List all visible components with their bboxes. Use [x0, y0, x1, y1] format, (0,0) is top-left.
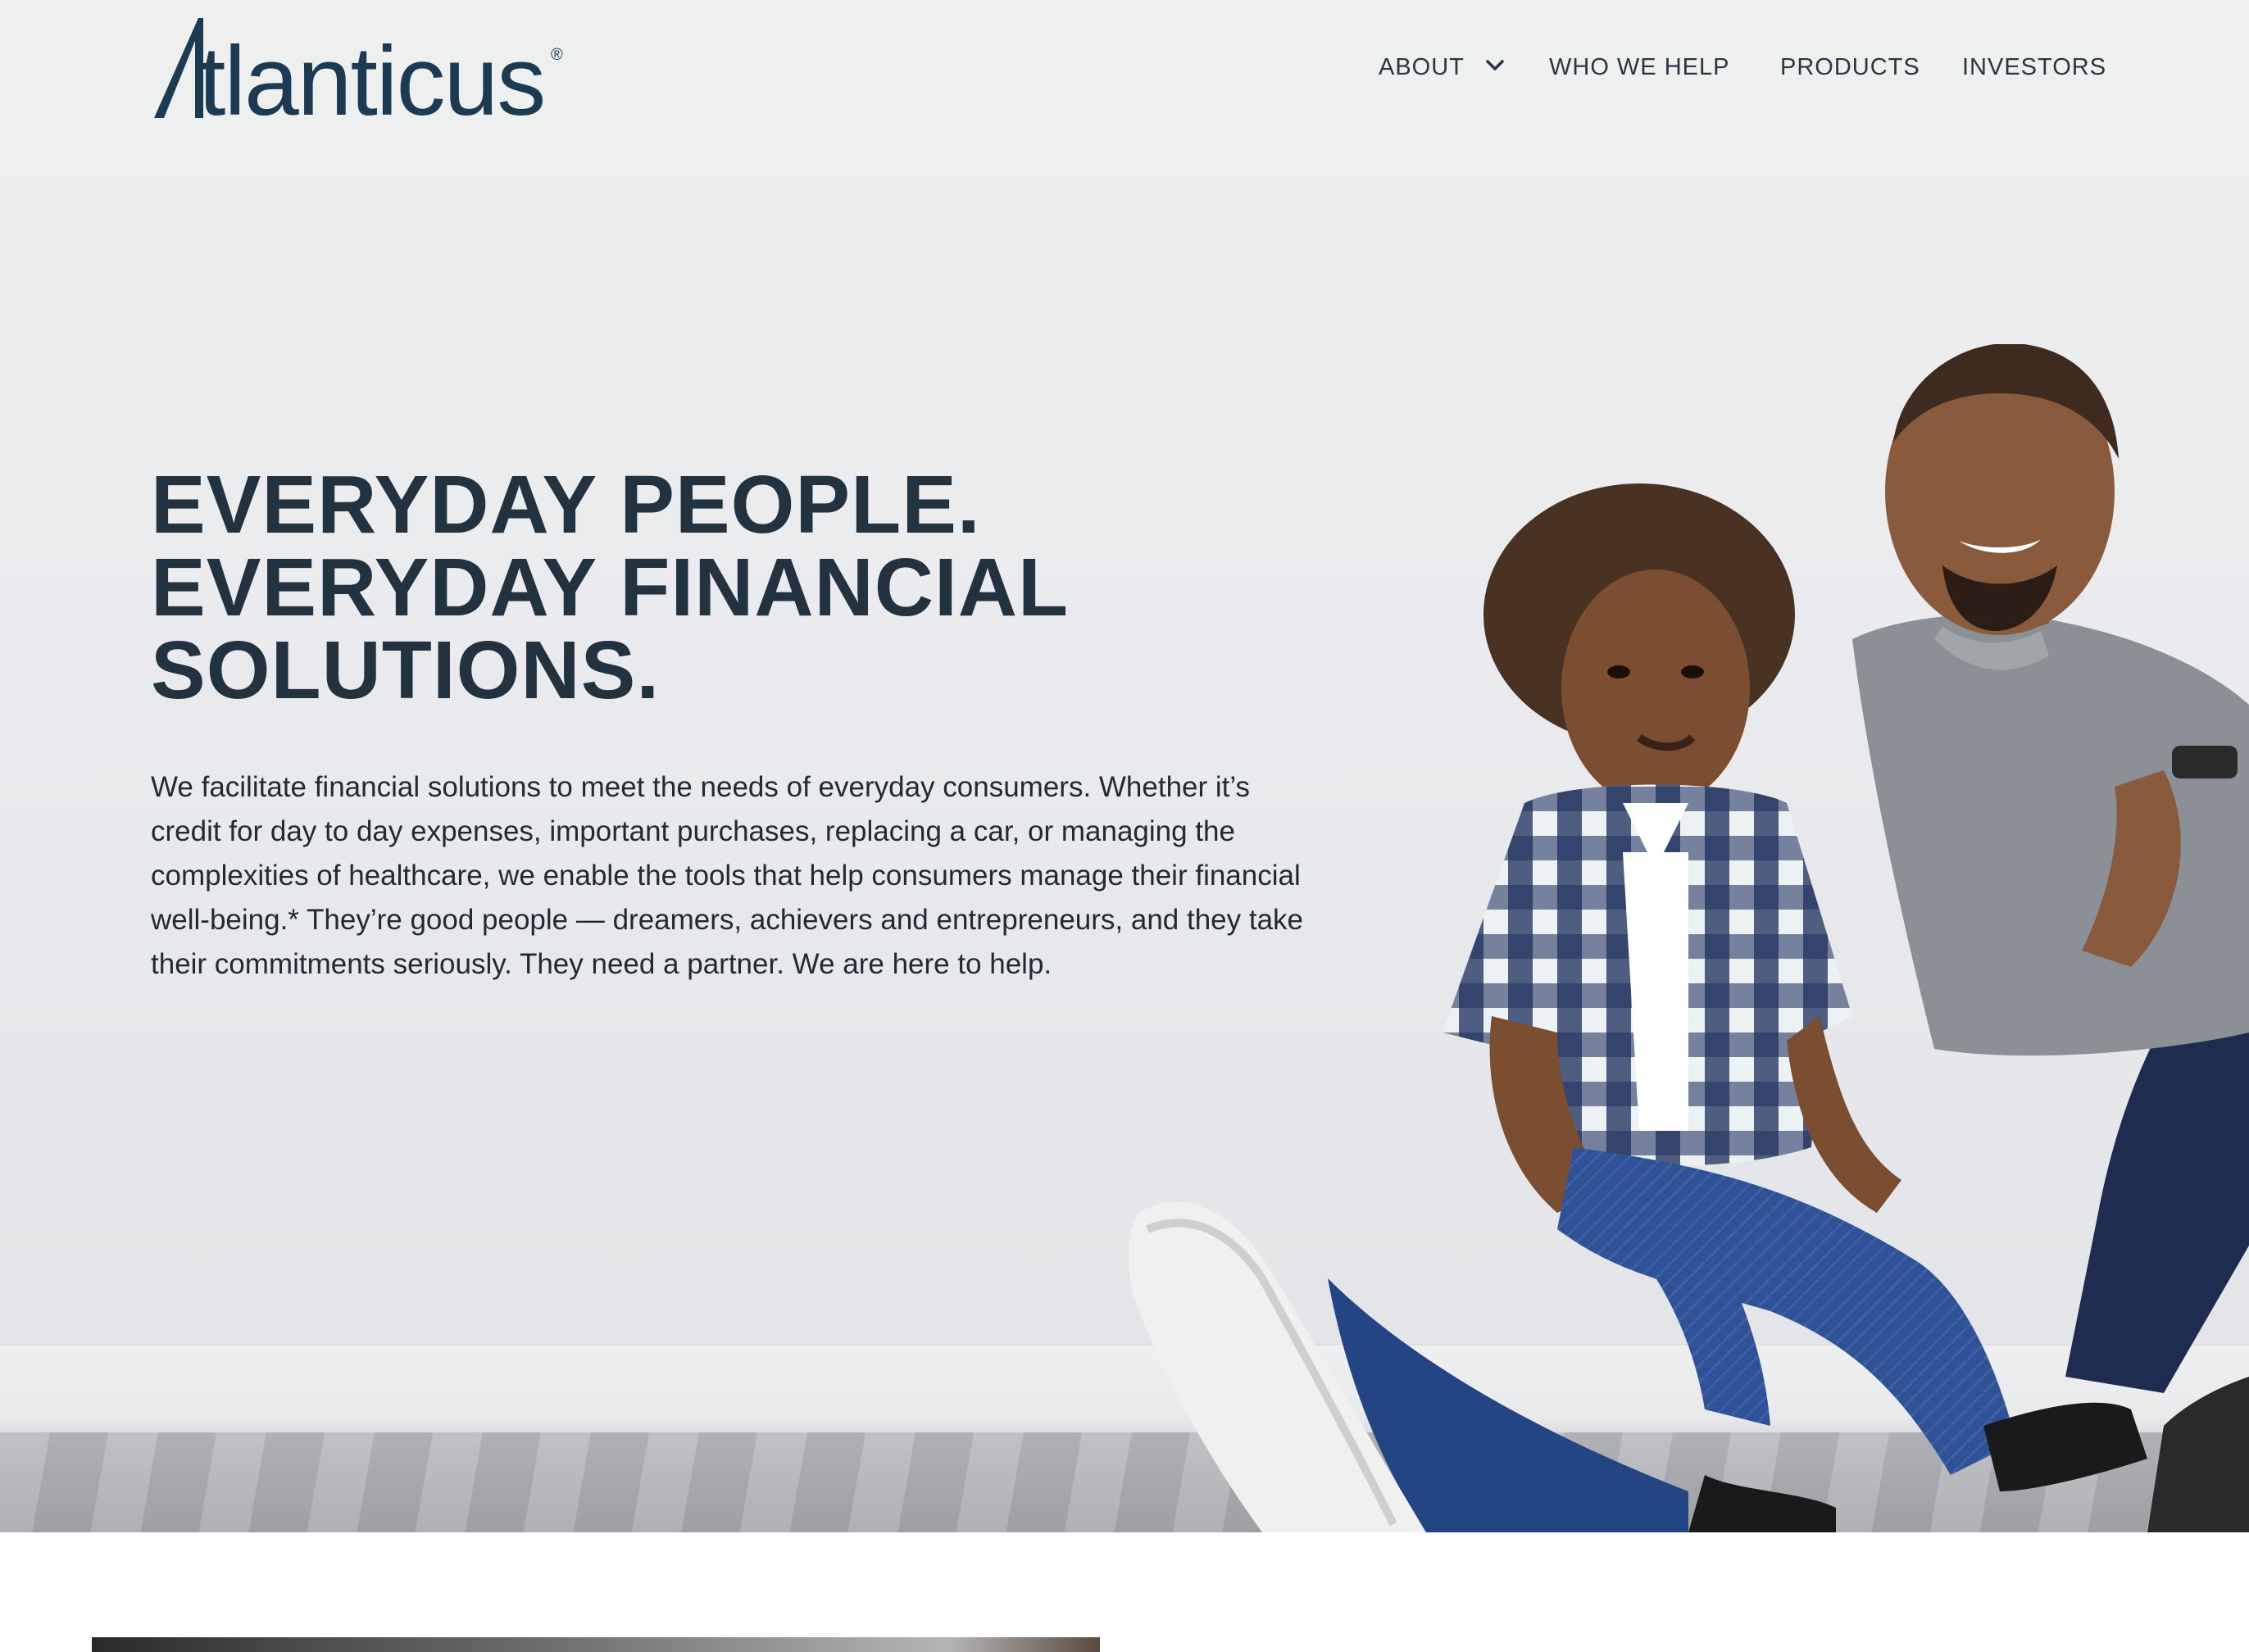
- chevron-down-icon[interactable]: [1485, 57, 1505, 74]
- hero-section: tlanticus ® ABOUT WHO WE HELP PRODUCTS I…: [0, 0, 2249, 1532]
- registered-mark: ®: [551, 46, 563, 64]
- nav-investors[interactable]: INVESTORS: [1962, 51, 2106, 84]
- nav-products-label: PRODUCTS: [1780, 54, 1920, 80]
- hero-body: We facilitate financial solutions to mee…: [151, 771, 1304, 980]
- nav-who-we-help-label: WHO WE HELP: [1549, 54, 1730, 80]
- nav-about[interactable]: ABOUT: [1379, 51, 1465, 84]
- nav-products[interactable]: PRODUCTS: [1780, 51, 1920, 84]
- logo-wordmark: tlanticus: [198, 26, 546, 136]
- hero-headline-line-3: SOLUTIONS.: [151, 624, 661, 716]
- next-section-image: [92, 1637, 1100, 1652]
- hero-headline-line-2: EVERYDAY FINANCIAL: [151, 542, 1070, 633]
- atlanticus-logo[interactable]: tlanticus ®: [151, 13, 570, 134]
- nav-who-we-help[interactable]: WHO WE HELP: [1549, 51, 1729, 84]
- nav-about-label: ABOUT: [1379, 54, 1465, 80]
- hero-headline-line-1: EVERYDAY PEOPLE.: [151, 459, 981, 551]
- hero-headline: EVERYDAY PEOPLE. EVERYDAY FINANCIAL SOLU…: [151, 464, 1298, 712]
- page: tlanticus ® ABOUT WHO WE HELP PRODUCTS I…: [0, 0, 2249, 1652]
- nav-investors-label: INVESTORS: [1962, 54, 2107, 80]
